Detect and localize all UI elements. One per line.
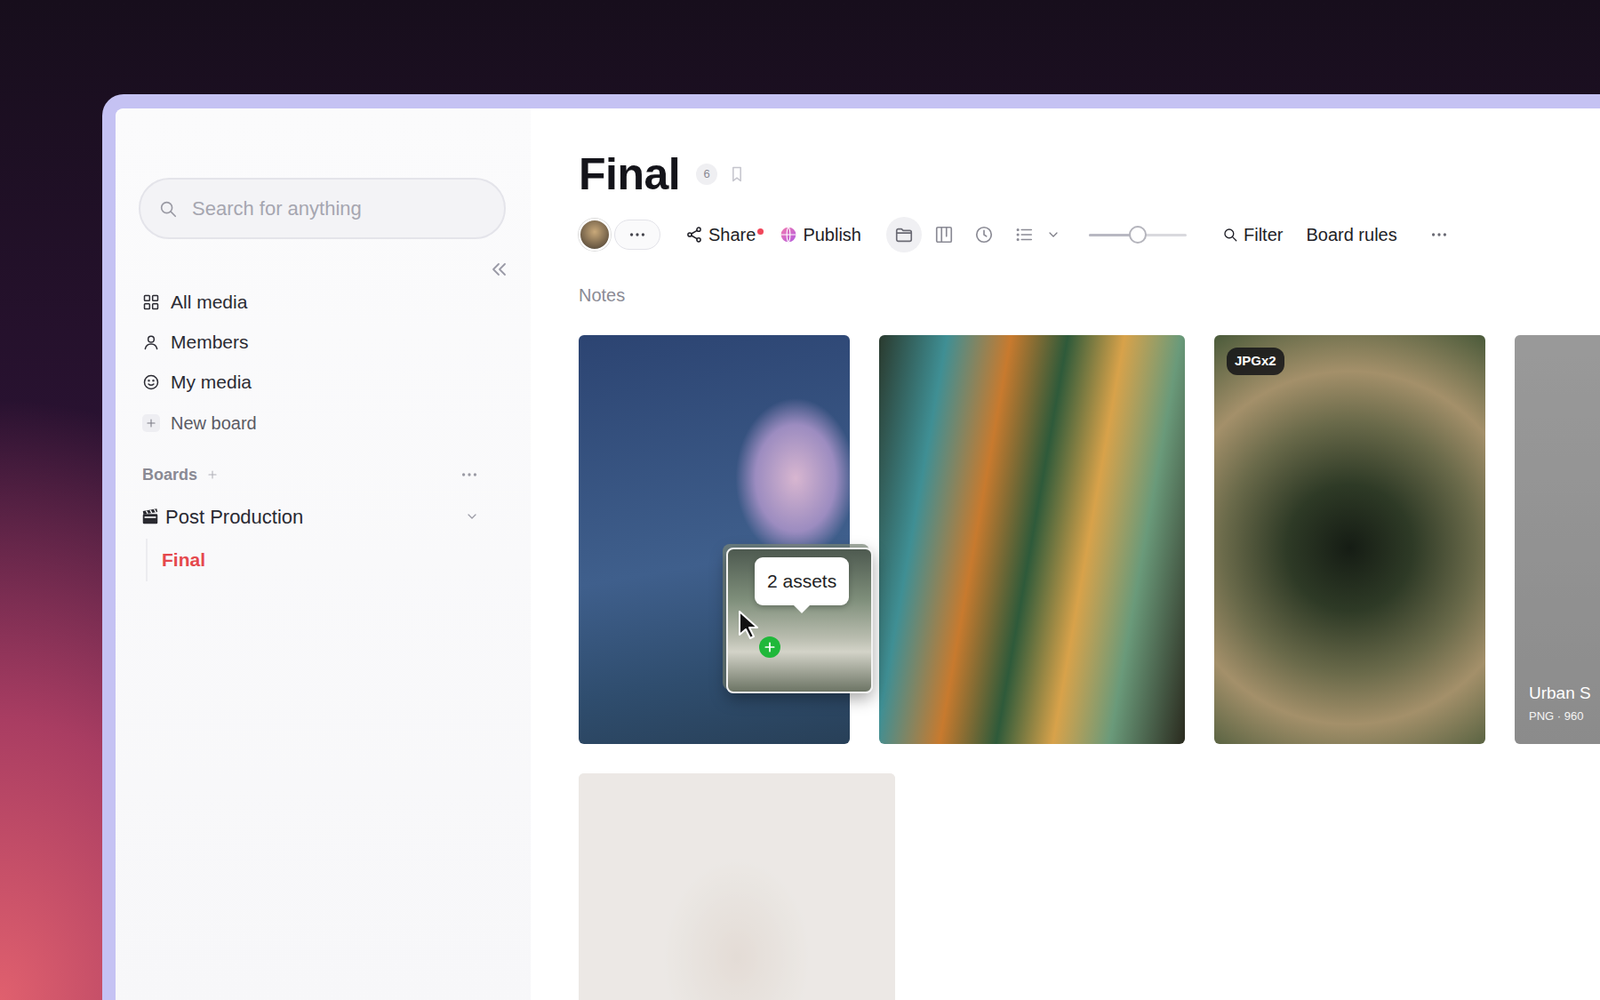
board-icon[interactable] (926, 216, 962, 253)
collapse-icon[interactable] (488, 258, 510, 280)
more-icon[interactable] (1429, 224, 1449, 245)
sidebar-item-label: My media (170, 368, 252, 397)
nav-list: All media Members My media New board (138, 281, 488, 445)
clock-icon[interactable] (966, 216, 1002, 253)
drag-preview[interactable]: 2 assets (726, 547, 873, 694)
sidebar-item-label: All media (170, 288, 248, 317)
board-item[interactable]: Final (145, 538, 506, 582)
filter-button[interactable]: Filter (1222, 221, 1283, 248)
globe-icon (779, 225, 798, 244)
zoom-slider[interactable] (1088, 233, 1187, 237)
publish-label: Publish (802, 221, 862, 248)
notify-dot (757, 228, 764, 235)
chevron-icon[interactable] (1046, 227, 1061, 242)
card-caption: Urban S PNG · 960 (1528, 683, 1592, 725)
boards-title: Boards (142, 463, 198, 488)
sidebar-item-label: Members (170, 328, 249, 357)
plus-icon (142, 414, 160, 432)
add-board-icon[interactable] (206, 468, 219, 481)
title-row: Final 6 (578, 148, 1600, 200)
more-icon[interactable] (614, 219, 661, 250)
sidebar-item[interactable]: Members (138, 321, 488, 362)
clapper-icon (140, 506, 160, 527)
asset-card[interactable] (578, 773, 896, 1000)
share-icon (685, 225, 704, 244)
new-board-label: New board (170, 409, 257, 437)
asset-row (578, 773, 1600, 1000)
search-input[interactable] (190, 192, 487, 224)
view-switcher (886, 216, 1061, 253)
asset-card[interactable]: JPGx2 (1214, 335, 1486, 744)
cursor-icon (736, 609, 764, 640)
search-field[interactable] (138, 177, 506, 240)
item-count: 6 (696, 163, 718, 185)
smiley-icon (142, 373, 160, 392)
list-icon[interactable] (1006, 216, 1042, 253)
folder-icon[interactable] (886, 216, 922, 253)
board-view: Final 6 Share Publish Filter Board rules Notes… (530, 108, 1600, 1000)
plus-icon (759, 636, 781, 658)
avatar[interactable] (578, 218, 611, 251)
grid-icon (142, 293, 160, 312)
asset-grid: JPGx2 Urban S PNG · 960 2 assets (578, 335, 1600, 1000)
search-icon (158, 199, 178, 219)
chevron-icon[interactable] (464, 509, 480, 524)
sidebar-item[interactable]: My media (138, 361, 488, 402)
zoom-knob[interactable] (1128, 225, 1147, 244)
card-meta: PNG · 960 (1528, 707, 1592, 726)
sidebar-nav: All media Members My media New board (138, 281, 506, 445)
drag-tooltip: 2 assets (754, 557, 849, 606)
search-icon (1222, 226, 1239, 243)
board-group[interactable]: Post Production (138, 494, 506, 539)
board-title: Final (578, 148, 680, 200)
asset-card[interactable]: Urban S PNG · 960 (1514, 335, 1600, 744)
card-title: Urban S (1528, 683, 1592, 704)
toolbar: Share Publish Filter Board rules (578, 215, 1600, 255)
share-label: Share (708, 221, 756, 248)
publish-button[interactable]: Publish (779, 221, 862, 248)
bookmark-icon[interactable] (728, 165, 746, 184)
sidebar-item[interactable]: All media (138, 281, 488, 322)
boards-header: Boards (138, 455, 506, 495)
filter-label: Filter (1243, 221, 1283, 248)
more-icon[interactable] (459, 464, 480, 485)
section-label: Notes (578, 284, 1600, 306)
board-rules-button[interactable]: Board rules (1305, 221, 1397, 248)
sidebar: All media Members My media New board Boards P… (115, 108, 531, 1000)
share-button[interactable]: Share (685, 221, 764, 248)
asset-card[interactable] (879, 335, 1185, 744)
new-board-button[interactable]: New board (138, 401, 488, 445)
person-icon (142, 333, 160, 352)
format-badge: JPGx2 (1226, 347, 1285, 376)
board-group-label: Post Production (165, 502, 304, 532)
app-window: All media Members My media New board Boards P… (102, 94, 1600, 1000)
